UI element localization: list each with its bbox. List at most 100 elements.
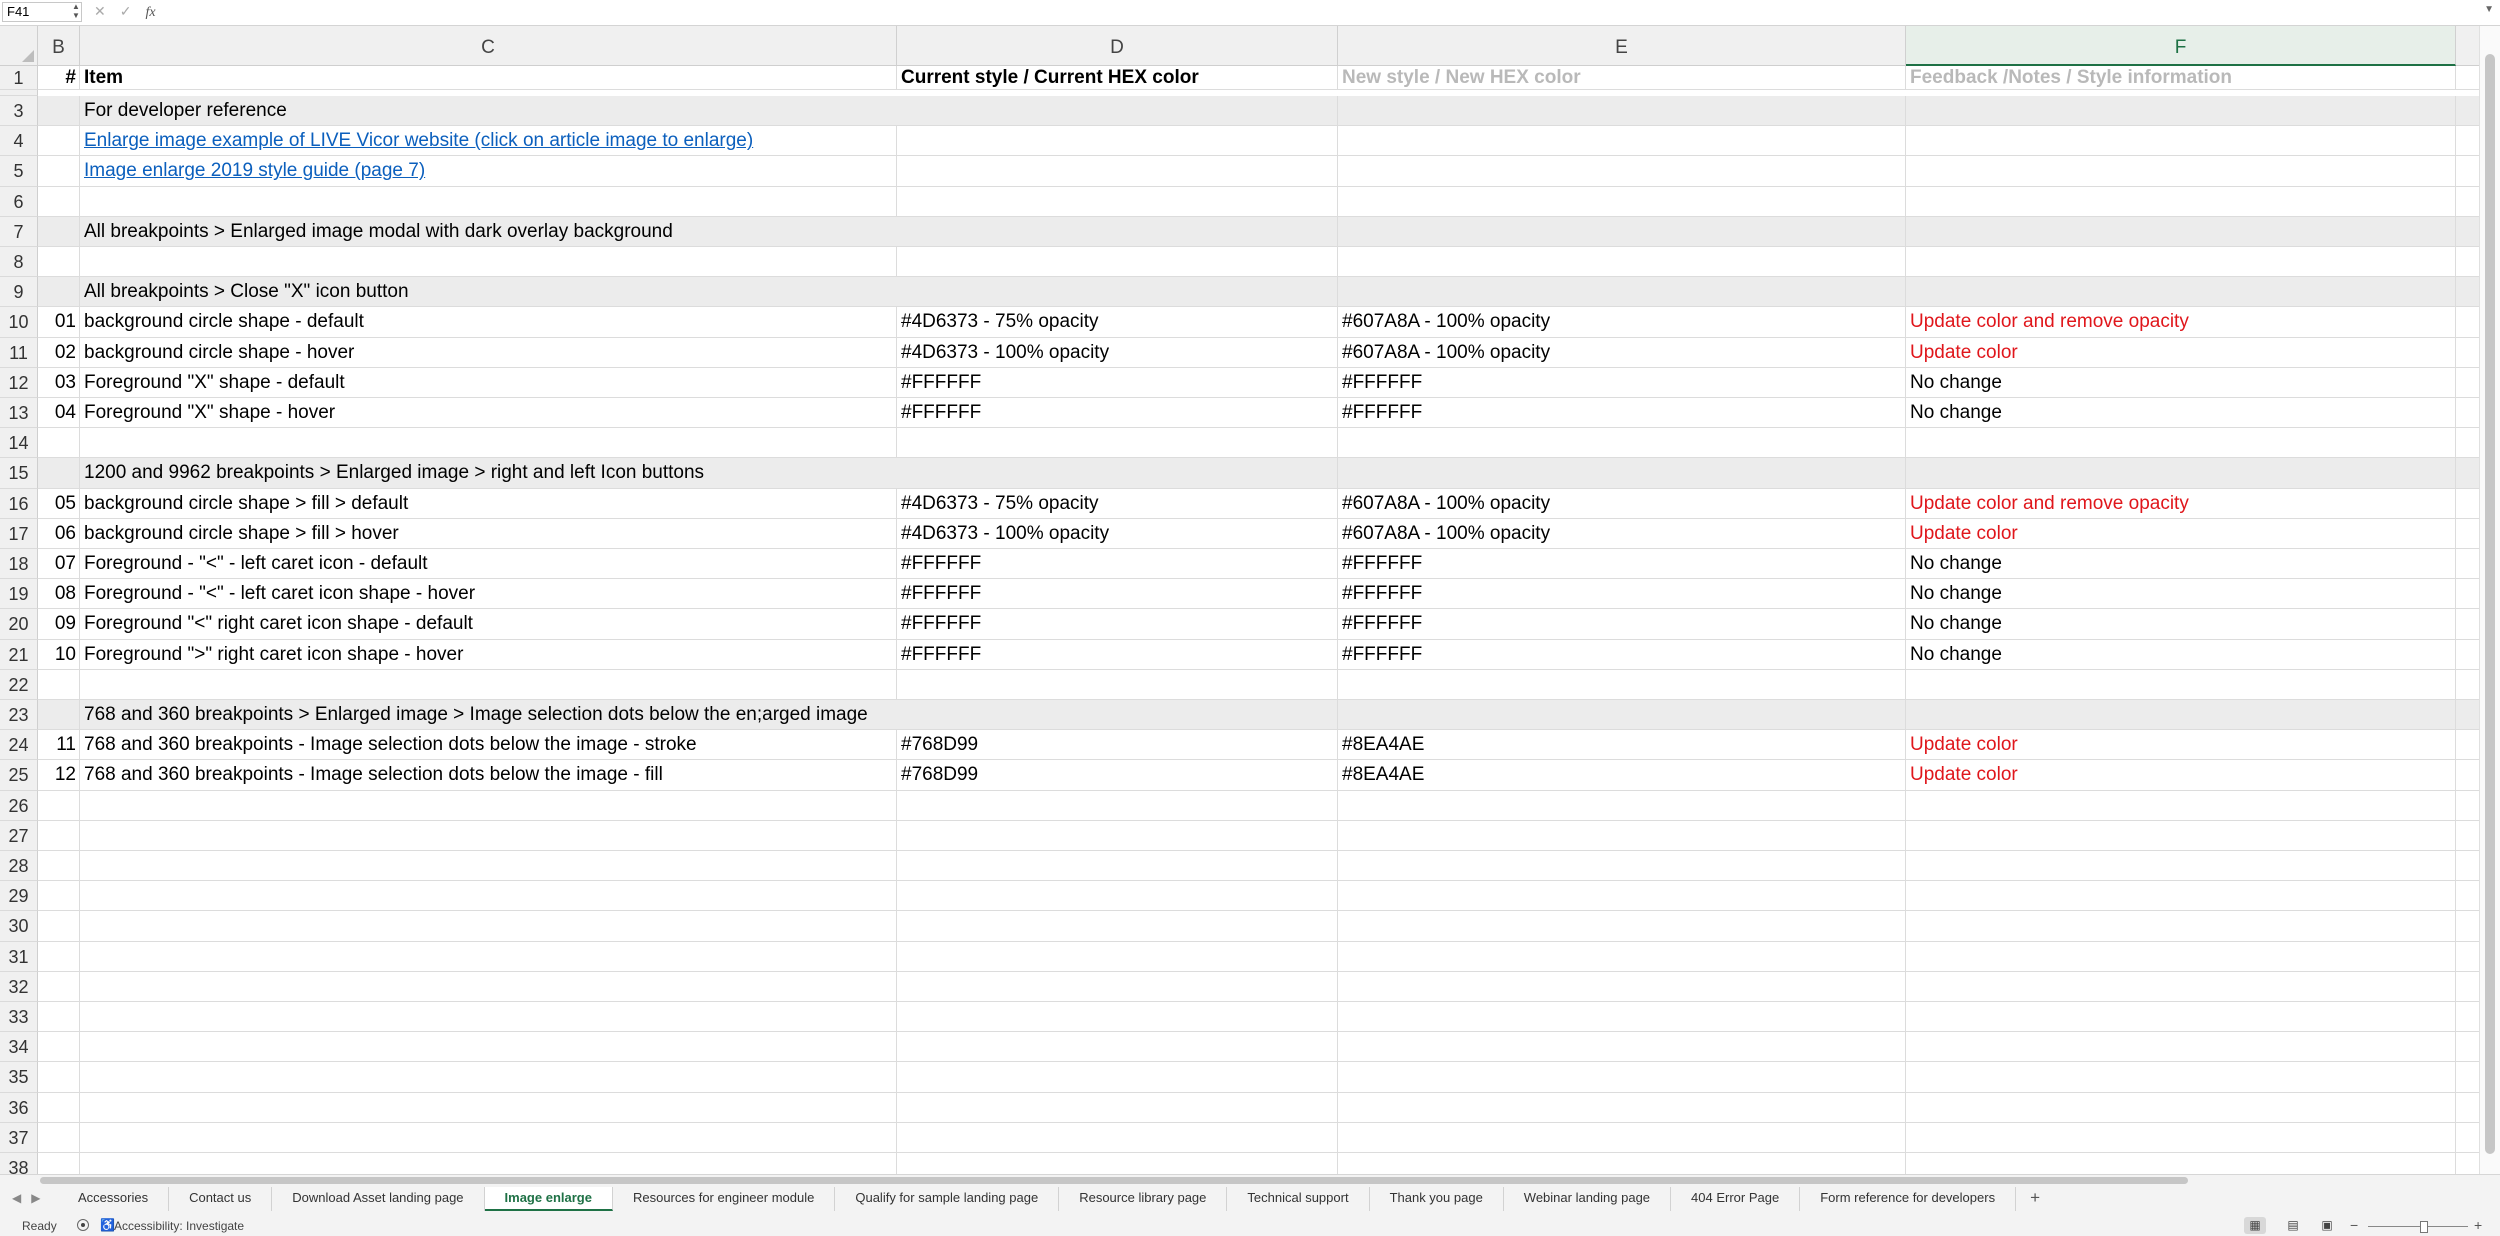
overflow-cell[interactable] [2456, 790, 2480, 821]
row-header[interactable]: 27 [0, 820, 38, 851]
overflow-cell[interactable] [2456, 579, 2480, 610]
new-style-cell[interactable]: #FFFFFF [1338, 549, 1906, 580]
add-sheet-icon[interactable]: + [2016, 1187, 2054, 1211]
item-cell[interactable]: 768 and 360 breakpoints > Enlarged image… [80, 700, 897, 731]
number-cell[interactable]: 08 [38, 579, 80, 610]
number-cell[interactable] [38, 277, 80, 308]
new-style-cell[interactable] [1338, 216, 1906, 247]
row-header[interactable]: 32 [0, 971, 38, 1002]
new-style-cell[interactable] [1338, 971, 1906, 1002]
zoom-slider[interactable] [2368, 1226, 2468, 1227]
number-cell[interactable] [38, 126, 80, 157]
number-cell[interactable] [38, 1062, 80, 1093]
item-cell[interactable]: For developer reference [80, 96, 897, 127]
current-style-cell[interactable] [897, 247, 1338, 278]
number-cell[interactable] [38, 247, 80, 278]
row-header[interactable]: 12 [0, 367, 38, 398]
row-header[interactable]: 36 [0, 1092, 38, 1123]
feedback-cell[interactable] [1906, 851, 2456, 882]
new-style-cell[interactable] [1338, 247, 1906, 278]
new-style-cell[interactable] [1338, 881, 1906, 912]
item-cell[interactable]: 768 and 360 breakpoints - Image selectio… [80, 730, 897, 761]
number-cell[interactable]: 04 [38, 398, 80, 429]
overflow-cell[interactable] [2456, 941, 2480, 972]
row-header[interactable]: 26 [0, 790, 38, 821]
row-header[interactable]: 18 [0, 549, 38, 580]
overflow-cell[interactable] [2456, 186, 2480, 217]
item-cell[interactable]: 1200 and 9962 breakpoints > Enlarged ima… [80, 458, 897, 489]
feedback-cell[interactable]: Feedback /Notes / Style information [1906, 66, 2456, 90]
item-cell[interactable]: background circle shape - hover [80, 337, 897, 368]
column-header-e[interactable]: E [1338, 26, 1906, 66]
new-style-cell[interactable] [1338, 96, 1906, 127]
feedback-cell[interactable] [1906, 126, 2456, 157]
new-style-cell[interactable]: New style / New HEX color [1338, 66, 1906, 90]
current-style-cell[interactable] [897, 1002, 1338, 1033]
item-cell[interactable] [80, 1002, 897, 1033]
current-style-cell[interactable] [897, 881, 1338, 912]
row-header[interactable]: 22 [0, 669, 38, 700]
new-style-cell[interactable] [1338, 1122, 1906, 1153]
item-cell[interactable] [80, 247, 897, 278]
feedback-cell[interactable] [1906, 216, 2456, 247]
overflow-cell[interactable] [2456, 1032, 2480, 1063]
item-cell[interactable]: Foreground "X" shape - default [80, 367, 897, 398]
overflow-cell[interactable] [2456, 66, 2480, 90]
new-style-cell[interactable]: #607A8A - 100% opacity [1338, 488, 1906, 519]
item-cell[interactable]: Enlarge image example of LIVE Vicor webs… [80, 126, 897, 157]
new-style-cell[interactable] [1338, 790, 1906, 821]
row-header[interactable]: 20 [0, 609, 38, 640]
overflow-cell[interactable] [2456, 911, 2480, 942]
feedback-cell[interactable]: Update color [1906, 337, 2456, 368]
overflow-cell[interactable] [2456, 458, 2480, 489]
number-cell[interactable]: 06 [38, 518, 80, 549]
number-cell[interactable] [38, 820, 80, 851]
feedback-cell[interactable] [1906, 1062, 2456, 1093]
item-cell[interactable]: background circle shape - default [80, 307, 897, 338]
feedback-cell[interactable]: No change [1906, 609, 2456, 640]
item-cell[interactable]: Image enlarge 2019 style guide (page 7) [80, 156, 897, 187]
horizontal-scrollbar[interactable] [40, 1176, 2190, 1185]
row-header[interactable]: 1 [0, 66, 38, 90]
overflow-cell[interactable] [2456, 820, 2480, 851]
formula-input[interactable] [176, 3, 2472, 22]
normal-view-icon[interactable]: ▦ [2244, 1217, 2266, 1234]
feedback-cell[interactable]: No change [1906, 367, 2456, 398]
feedback-cell[interactable] [1906, 96, 2456, 127]
overflow-cell[interactable] [2456, 126, 2480, 157]
overflow-cell[interactable] [2456, 307, 2480, 338]
current-style-cell[interactable]: Current style / Current HEX color [897, 66, 1338, 90]
feedback-cell[interactable] [1906, 458, 2456, 489]
new-style-cell[interactable]: #607A8A - 100% opacity [1338, 518, 1906, 549]
number-cell[interactable]: 02 [38, 337, 80, 368]
feedback-cell[interactable] [1906, 790, 2456, 821]
number-cell[interactable] [38, 458, 80, 489]
number-cell[interactable] [38, 851, 80, 882]
overflow-cell[interactable] [2456, 549, 2480, 580]
sheet-tab[interactable]: Technical support [1227, 1187, 1370, 1211]
feedback-cell[interactable]: No change [1906, 639, 2456, 670]
overflow-cell[interactable] [2456, 216, 2480, 247]
current-style-cell[interactable]: #FFFFFF [897, 367, 1338, 398]
row-header[interactable]: 7 [0, 216, 38, 247]
current-style-cell[interactable] [897, 820, 1338, 851]
new-style-cell[interactable]: #FFFFFF [1338, 609, 1906, 640]
new-style-cell[interactable] [1338, 428, 1906, 459]
feedback-cell[interactable] [1906, 1122, 2456, 1153]
confirm-icon[interactable]: ✓ [120, 3, 132, 19]
row-header[interactable]: 3 [0, 96, 38, 127]
item-cell[interactable]: All breakpoints > Close "X" icon button [80, 277, 897, 308]
number-cell[interactable] [38, 790, 80, 821]
row-header[interactable]: 9 [0, 277, 38, 308]
number-cell[interactable]: 05 [38, 488, 80, 519]
current-style-cell[interactable]: #FFFFFF [897, 398, 1338, 429]
horizontal-scroll-thumb[interactable] [40, 1177, 2188, 1184]
row-header[interactable]: 34 [0, 1032, 38, 1063]
current-style-cell[interactable] [897, 790, 1338, 821]
feedback-cell[interactable] [1906, 1092, 2456, 1123]
item-cell[interactable]: background circle shape > fill > hover [80, 518, 897, 549]
fx-icon[interactable]: fx [145, 5, 155, 20]
feedback-cell[interactable] [1906, 156, 2456, 187]
item-cell[interactable] [80, 790, 897, 821]
feedback-cell[interactable]: Update color and remove opacity [1906, 307, 2456, 338]
